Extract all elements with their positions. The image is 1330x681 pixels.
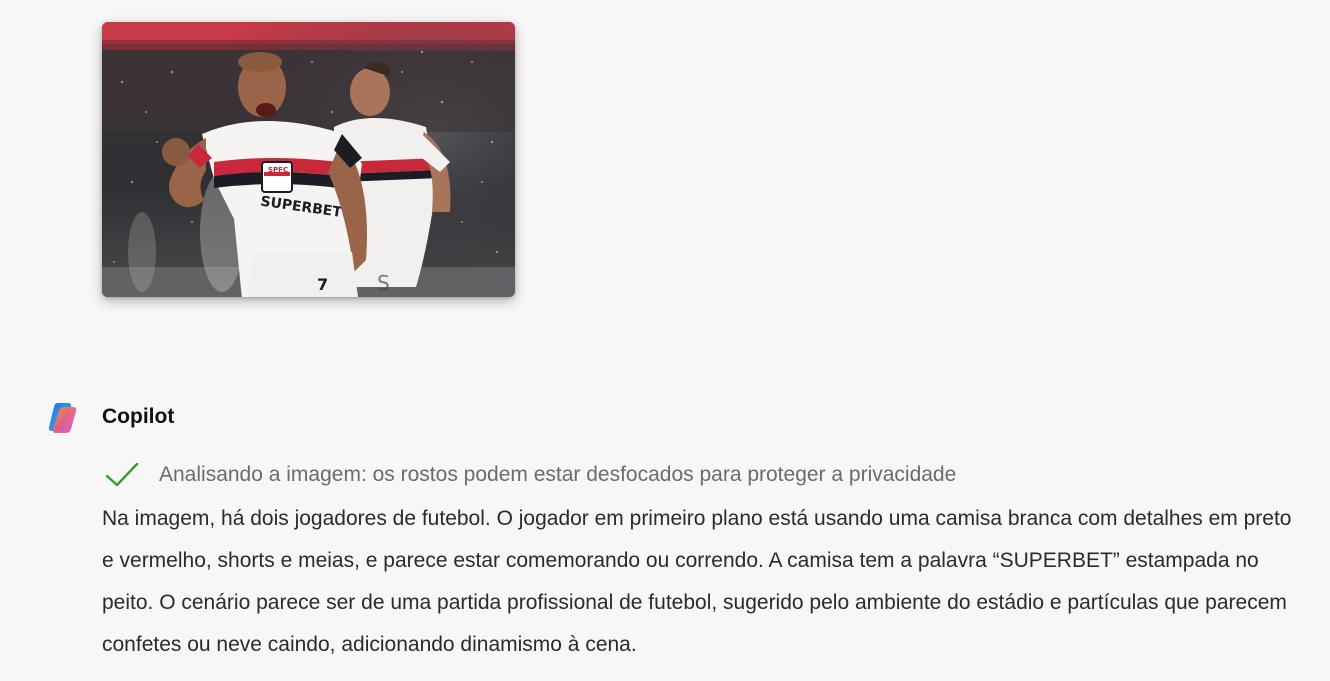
assistant-name: Copilot bbox=[102, 405, 175, 428]
crest-text: SPFC bbox=[268, 166, 288, 174]
status-text: Analisando a imagem: os rostos podem est… bbox=[159, 463, 957, 486]
assistant-response: Na imagem, há dois jogadores de futebol.… bbox=[102, 507, 1292, 656]
image-analysis-status: Analisando a imagem: os rostos podem est… bbox=[104, 459, 956, 491]
chat-conversation: S SPFC SUPERBET 7 Copilot Analisando a i… bbox=[0, 0, 1330, 681]
svg-text:S: S bbox=[377, 271, 390, 295]
uploaded-photo[interactable]: S SPFC SUPERBET 7 bbox=[102, 22, 515, 297]
svg-text:7: 7 bbox=[317, 275, 328, 294]
assistant-header: Copilot bbox=[48, 398, 174, 436]
checkmark-icon bbox=[104, 459, 140, 491]
copilot-logo-icon bbox=[48, 399, 84, 435]
